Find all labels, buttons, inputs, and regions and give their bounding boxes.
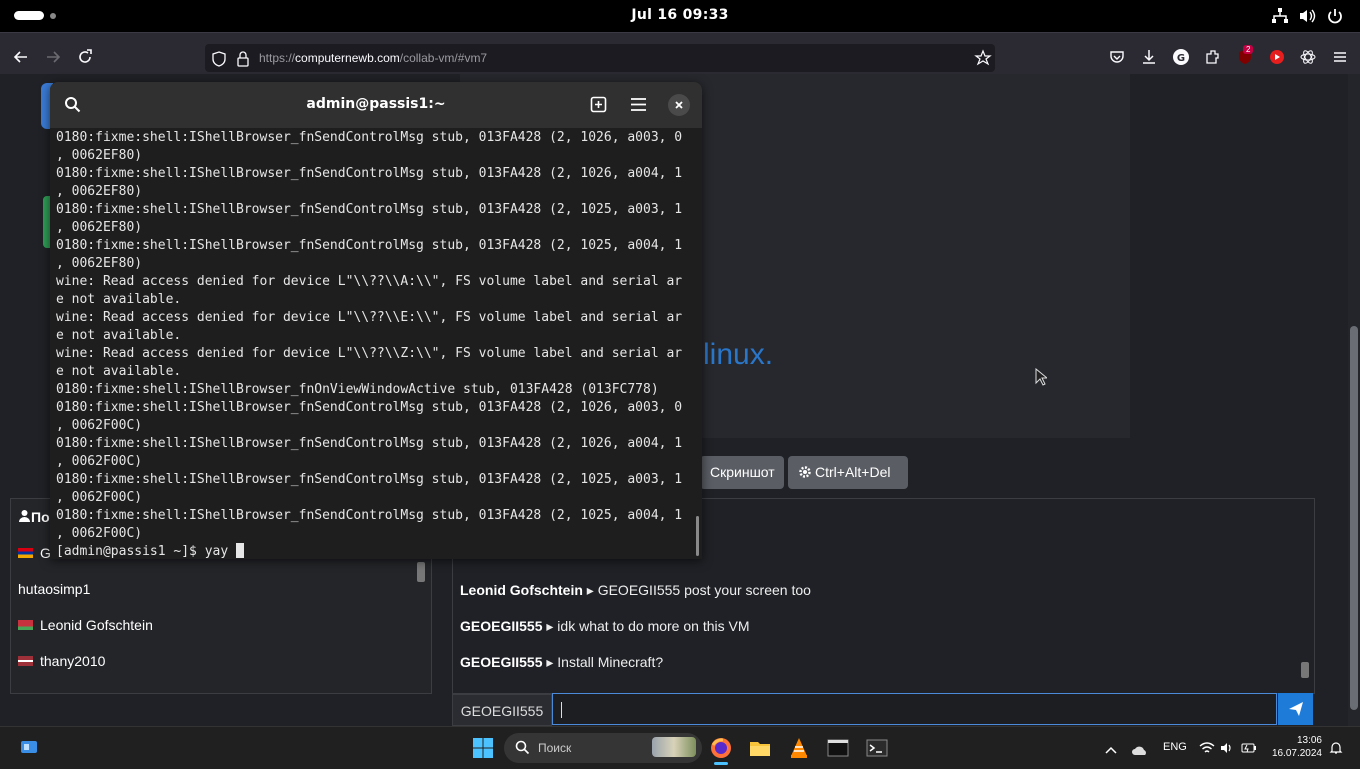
onedrive-icon[interactable]: [1131, 741, 1149, 760]
widgets-icon[interactable]: [19, 737, 39, 761]
volume-icon[interactable]: [1298, 7, 1316, 25]
extension-badge: 2: [1243, 45, 1254, 54]
terminal-output[interactable]: 0180:fixme:shell:IShellBrowser_fnSendCon…: [56, 129, 696, 561]
notification-bell-icon[interactable]: [1329, 740, 1343, 759]
wifi-icon[interactable]: [1199, 740, 1215, 759]
firefox-icon[interactable]: [710, 737, 732, 759]
file-explorer-icon[interactable]: [749, 737, 771, 759]
chat-message: GEOEGII555 ▸ Install Minecraft?: [460, 654, 664, 670]
distro-logo-text: linux.: [703, 338, 774, 371]
users-header: По: [18, 509, 50, 525]
reload-icon[interactable]: [76, 48, 94, 66]
text-caret: [561, 702, 562, 718]
lock-icon[interactable]: [234, 50, 252, 68]
send-button[interactable]: [1278, 693, 1313, 725]
ctrl-alt-del-label: Ctrl+Alt+Del: [815, 464, 891, 480]
terminal-app-icon[interactable]: [827, 737, 849, 759]
tray-date: 16.07.2024: [1271, 748, 1322, 759]
search-placeholder: Поиск: [538, 741, 572, 755]
user-name: thany2010: [40, 653, 106, 669]
user-list-item[interactable]: hutaosimp1: [18, 581, 90, 597]
power-icon[interactable]: [1326, 7, 1344, 25]
user-list-item[interactable]: thany2010: [18, 653, 105, 669]
active-app-indicator: [714, 762, 728, 765]
top-bar-clock[interactable]: Jul 16 09:33: [0, 7, 1360, 23]
svg-text:G: G: [1177, 53, 1185, 64]
tracking-shield-icon[interactable]: [210, 50, 228, 68]
forward-icon[interactable]: [44, 48, 62, 66]
flag-icon: [18, 548, 33, 558]
terminal-menu-icon[interactable]: [630, 97, 647, 116]
gear-icon: [798, 458, 812, 491]
terminal-prompt: [admin@passis1 ~]$ yay: [56, 544, 237, 559]
chat-scrollbar[interactable]: [1301, 662, 1309, 678]
downloads-icon[interactable]: [1140, 48, 1158, 66]
ctrl-alt-del-button[interactable]: Ctrl+Alt+Del: [788, 456, 908, 489]
new-tab-icon[interactable]: [590, 96, 607, 117]
user-icon: [18, 509, 31, 525]
battery-icon[interactable]: [1241, 740, 1257, 759]
account-g-icon[interactable]: G: [1172, 48, 1190, 66]
users-scrollbar[interactable]: [417, 562, 425, 582]
flag-icon: [18, 620, 33, 630]
user-list-item[interactable]: Leonid Gofschtein: [18, 617, 153, 633]
terminal-cursor: [236, 543, 245, 558]
send-icon: [1288, 701, 1304, 721]
url-text[interactable]: https://computernewb.com/collab-vm/#vm7: [259, 51, 487, 65]
user-name: Leonid Gofschtein: [40, 617, 153, 633]
user-name: hutaosimp1: [18, 581, 91, 597]
user-list-item[interactable]: G: [18, 545, 51, 561]
chevron-up-icon[interactable]: [1104, 741, 1118, 760]
search-highlight-image: [652, 737, 696, 757]
terminal-log: 0180:fixme:shell:IShellBrowser_fnSendCon…: [56, 130, 683, 541]
network-icon[interactable]: [1271, 7, 1289, 25]
tray-time: 13:06: [1296, 735, 1322, 746]
back-icon[interactable]: [12, 48, 30, 66]
search-icon: [515, 740, 530, 759]
chat-message: Leonid Gofschtein ▸ GEOEGII555 post your…: [460, 582, 811, 598]
vlc-icon[interactable]: [788, 737, 810, 759]
terminal-scrollbar[interactable]: [696, 516, 699, 556]
pocket-icon[interactable]: [1108, 48, 1126, 66]
powershell-icon[interactable]: [866, 737, 888, 759]
input-language[interactable]: ENG: [1163, 741, 1187, 753]
bookmark-star-icon[interactable]: [974, 49, 992, 67]
chat-message: GEOEGII555 ▸ idk what to do more on this…: [460, 618, 750, 634]
speaker-icon[interactable]: [1220, 740, 1234, 759]
start-icon[interactable]: [472, 737, 494, 763]
nickname-button[interactable]: GEOEGII555: [452, 694, 552, 726]
page-scrollbar-thumb[interactable]: [1350, 326, 1358, 710]
tray-clock[interactable]: 13:06 16.07.2024: [1270, 734, 1322, 760]
screenshot-label: Скриншот: [710, 464, 775, 480]
chat-input[interactable]: [552, 693, 1277, 725]
flag-icon: [18, 656, 33, 666]
extensions-icon[interactable]: [1204, 48, 1222, 66]
menu-hamburger-icon[interactable]: [1331, 48, 1349, 66]
mouse-cursor-icon: [1035, 367, 1049, 390]
react-devtools-icon[interactable]: [1299, 48, 1317, 66]
close-icon[interactable]: [668, 94, 690, 116]
screenshot-button[interactable]: Скриншот: [700, 456, 784, 489]
youtube-icon[interactable]: [1268, 48, 1286, 66]
